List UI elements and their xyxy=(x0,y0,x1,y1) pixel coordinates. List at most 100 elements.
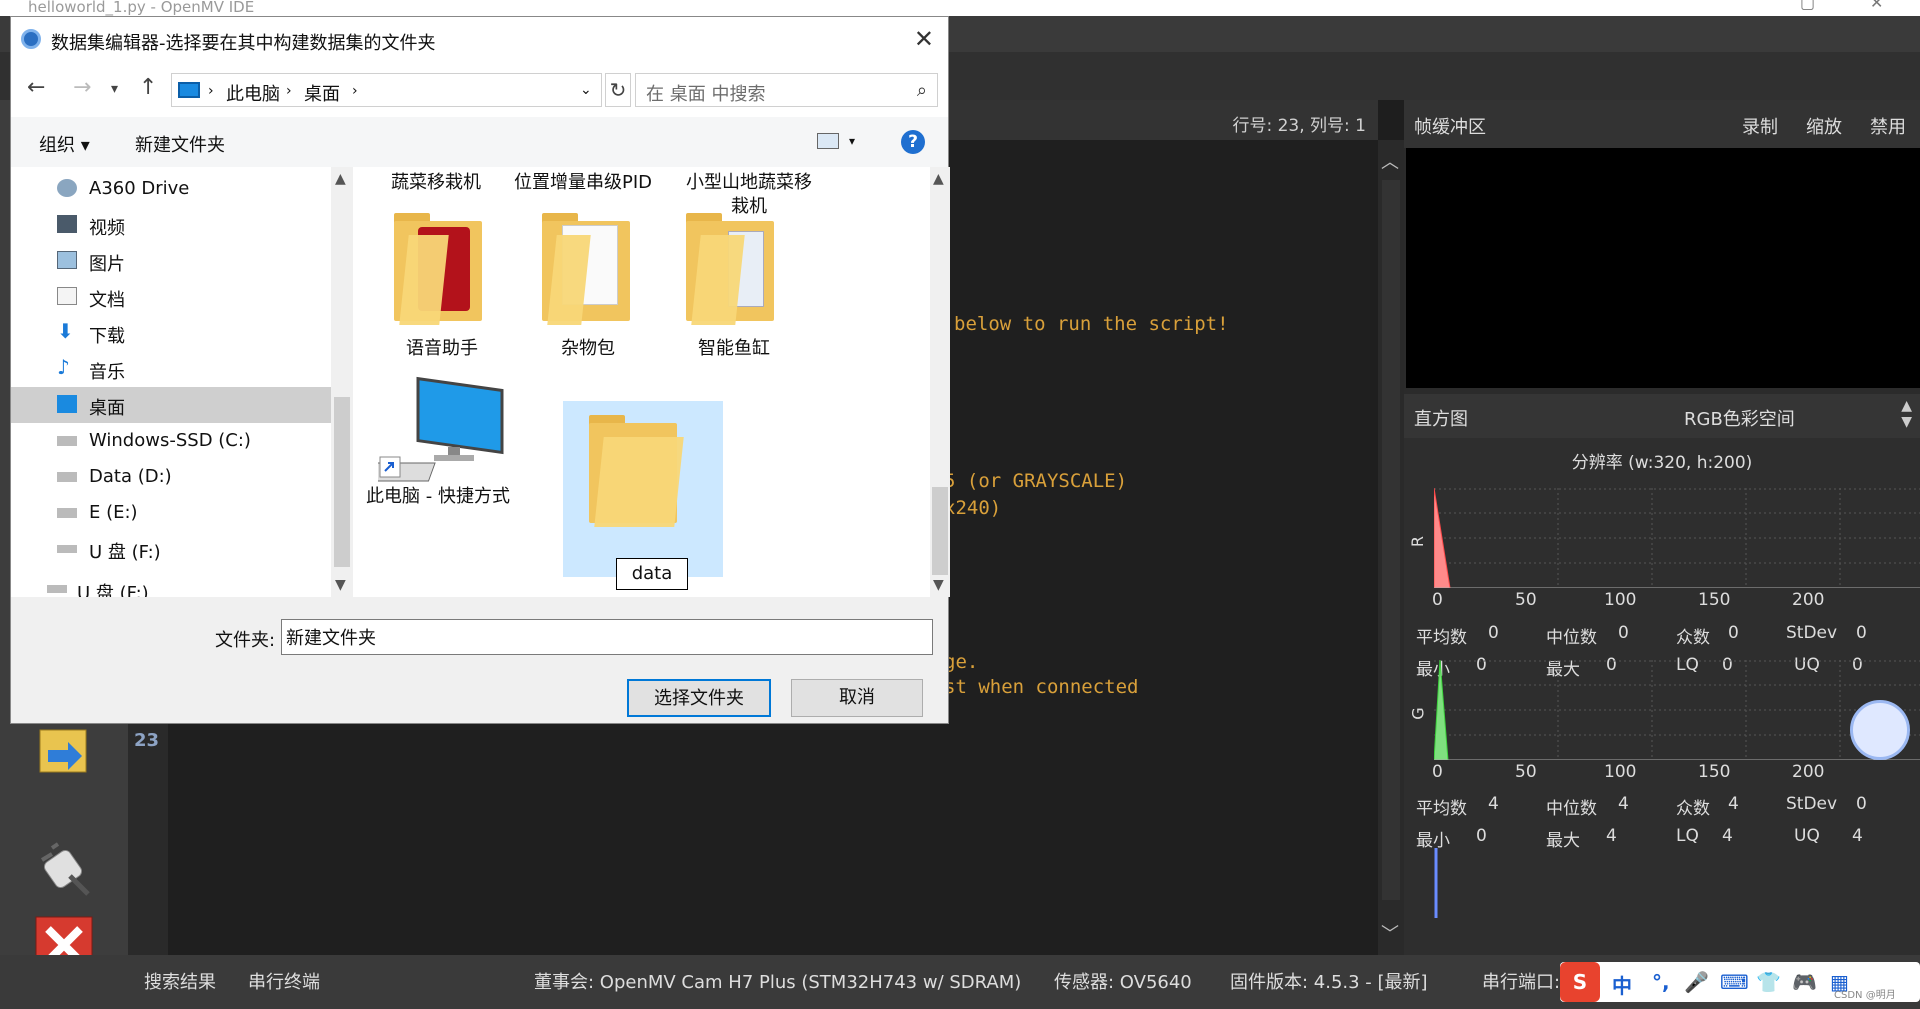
code-line: ge. xyxy=(944,651,979,673)
recent-dropdown-icon[interactable]: ▾ xyxy=(111,81,118,97)
tree-item-selected[interactable]: 桌面 xyxy=(11,387,331,423)
app-icon xyxy=(21,29,41,49)
tree-item[interactable]: E (E:) xyxy=(11,495,331,531)
scroll-up-icon[interactable]: ▲ xyxy=(933,171,944,187)
tree-item[interactable]: 文档 xyxy=(11,279,331,315)
file-label[interactable]: 杂物包 xyxy=(508,337,668,361)
file-label[interactable]: 智能鱼缸 xyxy=(654,337,814,361)
close-icon[interactable]: ✕ xyxy=(1870,0,1883,11)
maximize-icon[interactable]: ▢ xyxy=(1800,0,1815,11)
scroll-up-icon[interactable]: ︿ xyxy=(1381,148,1399,174)
refresh-icon[interactable]: ↻ xyxy=(605,73,631,107)
folder-icon[interactable] xyxy=(589,415,685,531)
game-icon[interactable]: 🎮 xyxy=(1792,970,1817,994)
search-results-tab[interactable]: 搜索结果 xyxy=(144,968,216,994)
spinner-icon[interactable]: ▲ ▼ xyxy=(1901,398,1912,430)
back-icon[interactable]: ← xyxy=(27,75,45,100)
save-icon[interactable] xyxy=(34,720,94,780)
keyboard-icon[interactable]: ⌨ xyxy=(1720,970,1749,994)
view-dropdown-icon[interactable]: ▾ xyxy=(849,134,855,148)
breadcrumb[interactable]: › 此电脑 › 桌面 › ⌄ xyxy=(171,73,602,107)
scroll-down-icon[interactable]: ﹀ xyxy=(1381,920,1399,946)
view-icon[interactable] xyxy=(817,133,839,149)
folder-icon[interactable] xyxy=(542,213,638,329)
chevron-right-icon[interactable]: › xyxy=(352,83,358,99)
code-line: below to run the script! xyxy=(954,313,1229,335)
resolution-label: 分辨率 (w:320, h:200) xyxy=(1571,453,1753,473)
folder-icon[interactable] xyxy=(686,213,782,329)
tree-item[interactable]: ♪ 音乐 xyxy=(11,351,331,387)
search-input[interactable]: 在 桌面 中搜索 ⌕ xyxy=(635,73,938,107)
breadcrumb-item[interactable]: 桌面 xyxy=(304,80,340,106)
computer-shortcut-icon[interactable] xyxy=(355,367,514,487)
firmware-info[interactable]: 固件版本: 4.5.3 - [最新] xyxy=(1230,968,1428,994)
ime-punctuation[interactable]: °, xyxy=(1652,970,1670,994)
chevron-right-icon[interactable]: › xyxy=(286,83,292,99)
up-icon[interactable]: ↑ xyxy=(139,75,157,100)
serial-terminal-tab[interactable]: 串行终端 xyxy=(248,968,320,994)
sogou-icon[interactable]: S xyxy=(1560,962,1600,1002)
rename-input[interactable]: data xyxy=(616,558,688,590)
file-view[interactable]: 蔬菜移栽机 位置增量串级PID 小型山地蔬菜移栽机 语音助手 杂物包 智能鱼缸 … xyxy=(355,167,930,597)
ime-chinese-mode[interactable]: 中 xyxy=(1612,970,1632,999)
forward-icon[interactable]: → xyxy=(73,75,91,100)
folder-name-input[interactable]: 新建文件夹 xyxy=(281,619,933,655)
cancel-button[interactable]: 取消 xyxy=(791,679,923,717)
x-tick: 0 xyxy=(1432,762,1443,782)
breadcrumb-item[interactable]: 此电脑 xyxy=(226,80,280,106)
select-folder-button[interactable]: 选择文件夹 xyxy=(627,679,771,717)
file-label[interactable]: 小型山地蔬菜移栽机 xyxy=(683,171,815,219)
file-view-scrollbar[interactable]: ▲ ▼ xyxy=(930,167,950,597)
scroll-up-icon[interactable]: ▲ xyxy=(335,171,346,187)
scrollbar-thumb[interactable] xyxy=(932,487,948,575)
new-folder-button[interactable]: 新建文件夹 xyxy=(135,131,225,157)
navigation-tree[interactable]: A360 Drive 视频 图片 文档 ⬇ 下载 ♪ 音乐 桌面 Windows-S… xyxy=(11,167,356,604)
file-label[interactable]: 位置增量串级PID xyxy=(503,171,663,195)
chevron-right-icon[interactable]: › xyxy=(208,83,214,99)
close-icon[interactable]: ✕ xyxy=(914,25,934,53)
colorspace-select[interactable]: RGB色彩空间 xyxy=(1684,405,1795,431)
file-label[interactable]: 蔬菜移栽机 xyxy=(356,171,516,195)
skin-icon[interactable]: 👕 xyxy=(1756,970,1781,994)
editor-scrollbar[interactable]: ︿ ﹀ xyxy=(1378,140,1404,955)
stat-label: 平均数 xyxy=(1416,628,1467,648)
file-label[interactable]: 此电脑 - 快捷方式 xyxy=(360,485,516,509)
histogram-header: 直方图 RGB色彩空间 ▲ ▼ xyxy=(1404,394,1920,438)
scroll-down-icon[interactable]: ▼ xyxy=(933,577,944,593)
drive-icon xyxy=(57,472,77,482)
file-label[interactable]: 语音助手 xyxy=(362,337,522,361)
stat-label: StDev xyxy=(1786,623,1838,643)
cursor-position: 行号: 23, 列号: 1 xyxy=(1232,116,1366,136)
organize-menu[interactable]: 组织 ▾ xyxy=(39,131,90,157)
tree-item[interactable]: ⬇ 下载 xyxy=(11,315,331,351)
tree-item-label: 文档 xyxy=(89,290,125,311)
tree-item-label: 桌面 xyxy=(89,398,125,419)
stat-value: 0 xyxy=(1488,623,1499,643)
x-tick: 200 xyxy=(1792,590,1825,610)
scrollbar-thumb[interactable] xyxy=(334,397,350,567)
tree-item[interactable]: Windows-SSD (C:) xyxy=(11,423,331,459)
folder-icon[interactable] xyxy=(394,213,490,329)
tree-scrollbar[interactable]: ▲ ▼ xyxy=(331,167,353,597)
help-icon[interactable]: ? xyxy=(901,130,925,154)
record-button[interactable]: 录制 xyxy=(1742,113,1778,139)
code-line: x240) xyxy=(944,497,1002,519)
usb-drive-icon xyxy=(47,585,67,593)
sensor-info: 传感器: OV5640 xyxy=(1054,972,1192,993)
scroll-down-icon[interactable]: ▼ xyxy=(335,577,346,593)
tree-item[interactable]: U 盘 (F:) xyxy=(11,531,331,567)
microphone-icon[interactable]: 🎤 xyxy=(1684,970,1709,994)
chevron-down-icon[interactable]: ⌄ xyxy=(580,82,592,98)
scrollbar-thumb[interactable] xyxy=(1382,180,1400,900)
tree-item[interactable]: A360 Drive xyxy=(11,171,331,207)
zoom-button[interactable]: 缩放 xyxy=(1806,113,1842,139)
x-tick: 200 xyxy=(1792,762,1825,782)
address-bar: ← → ▾ ↑ › 此电脑 › 桌面 › ⌄ ↻ 在 桌面 中搜索 ⌕ xyxy=(11,63,948,117)
assistant-float-button[interactable] xyxy=(1850,700,1910,760)
disable-button[interactable]: 禁用 xyxy=(1870,113,1906,139)
search-icon[interactable]: ⌕ xyxy=(917,80,927,101)
tree-item[interactable]: 图片 xyxy=(11,243,331,279)
tree-item[interactable]: 视频 xyxy=(11,207,331,243)
tree-item[interactable]: Data (D:) xyxy=(11,459,331,495)
connect-icon[interactable] xyxy=(34,840,94,900)
